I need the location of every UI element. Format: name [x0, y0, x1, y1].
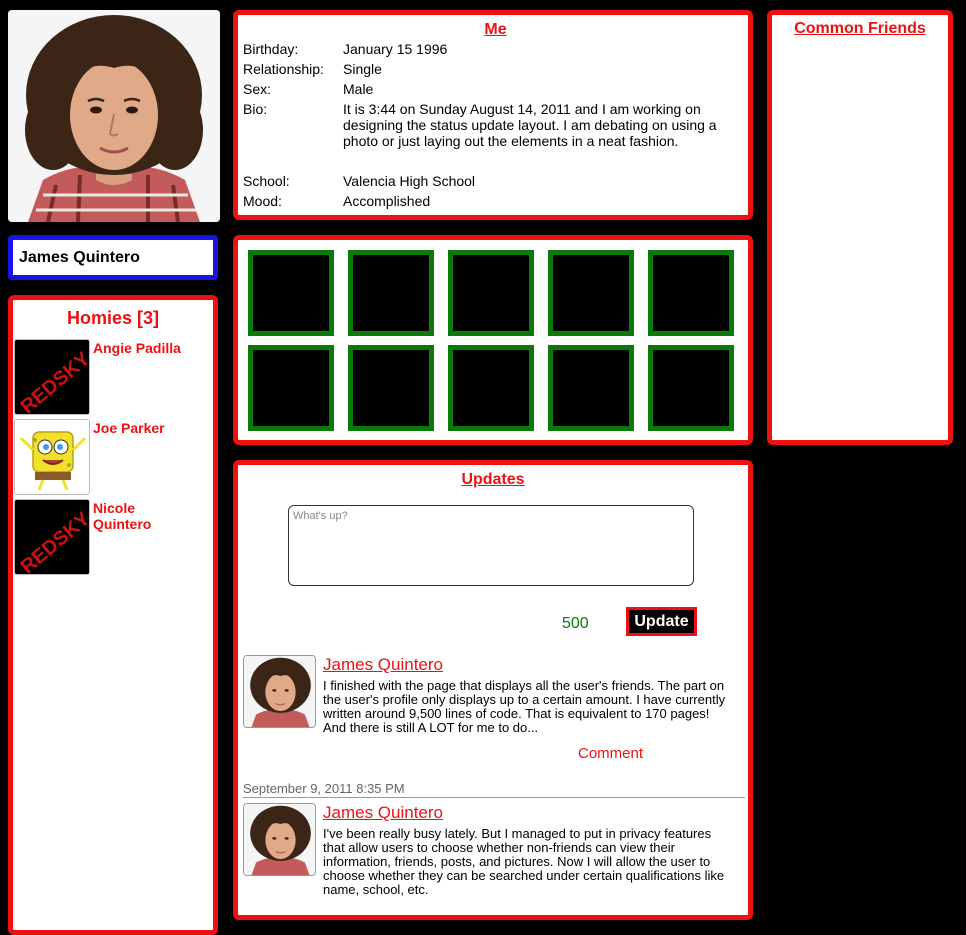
post-avatar[interactable] [243, 803, 316, 876]
info-label: Relationship: [243, 61, 324, 77]
photo-thumbnail[interactable] [348, 250, 434, 336]
homies-title[interactable]: Homies [3] [13, 308, 213, 329]
info-label: Mood: [243, 193, 282, 209]
updates-title[interactable]: Updates [238, 471, 748, 489]
common-friends-panel: Common Friends [767, 10, 953, 445]
post-avatar[interactable] [243, 655, 316, 728]
photo-thumbnail[interactable] [548, 345, 634, 431]
photo-thumbnail[interactable] [648, 250, 734, 336]
comment-link[interactable]: Comment [578, 745, 643, 762]
common-friends-title[interactable]: Common Friends [772, 20, 948, 38]
info-row-bio: Bio: It is 3:44 on Sunday August 14, 201… [243, 101, 748, 171]
photo-thumbnail[interactable] [248, 345, 334, 431]
photo-thumbnail[interactable] [448, 250, 534, 336]
homie-avatar[interactable]: REDSKY [14, 499, 90, 575]
homie-item[interactable]: REDSKY Nicole Quintero [13, 499, 213, 579]
status-post: James Quintero I've been really busy lat… [243, 803, 743, 913]
post-author-link[interactable]: James Quintero [323, 655, 443, 675]
photo-thumbnail[interactable] [448, 345, 534, 431]
homie-name[interactable]: Angie Padilla [93, 340, 193, 356]
updates-panel: Updates 500 Update James Quintero I fini… [233, 460, 753, 920]
photos-panel [233, 235, 753, 445]
info-row-school: School: Valencia High School [243, 171, 748, 191]
info-value: It is 3:44 on Sunday August 14, 2011 and… [343, 101, 717, 149]
info-label: Birthday: [243, 41, 299, 57]
redsky-logo: REDSKY [15, 340, 89, 414]
me-panel: Me Birthday: January 15 1996 Relationshi… [233, 10, 753, 220]
info-label: School: [243, 173, 290, 189]
photo-thumbnail[interactable] [648, 345, 734, 431]
homie-item[interactable]: REDSKY Angie Padilla [13, 339, 213, 419]
homie-name[interactable]: Nicole Quintero [93, 500, 193, 532]
profile-name-box: James Quintero [8, 235, 218, 280]
homie-avatar[interactable]: REDSKY [14, 339, 90, 415]
portrait-image [244, 804, 315, 875]
update-button[interactable]: Update [626, 607, 697, 636]
info-row-sex: Sex: Male [243, 79, 748, 99]
char-count: 500 [562, 615, 589, 632]
profile-photo[interactable] [8, 10, 220, 222]
profile-name: James Quintero [19, 249, 140, 266]
homie-item[interactable]: Joe Parker [13, 419, 213, 499]
homies-panel: Homies [3] REDSKY Angie Padilla Joe Park… [8, 295, 218, 935]
post-text: I've been really busy lately. But I mana… [323, 826, 725, 897]
photo-thumbnail[interactable] [548, 250, 634, 336]
info-row-mood: Mood: Accomplished [243, 191, 748, 211]
info-label: Bio: [243, 101, 268, 117]
photo-thumbnail[interactable] [348, 345, 434, 431]
info-value: Male [343, 81, 374, 97]
spongebob-icon [15, 420, 89, 494]
portrait-image [244, 656, 315, 727]
info-value: Accomplished [343, 193, 431, 209]
info-label: Sex: [243, 81, 272, 97]
post-text: I finished with the page that displays a… [323, 678, 726, 735]
post-author-link[interactable]: James Quintero [323, 803, 443, 823]
info-row-relationship: Relationship: Single [243, 59, 748, 79]
info-row-birthday: Birthday: January 15 1996 [243, 39, 748, 59]
status-post: James Quintero I finished with the page … [243, 655, 743, 765]
homie-avatar[interactable] [14, 419, 90, 495]
info-value: Valencia High School [343, 173, 476, 189]
redsky-logo: REDSKY [15, 500, 89, 574]
portrait-image [8, 10, 220, 222]
homie-name[interactable]: Joe Parker [93, 420, 193, 436]
status-input[interactable] [288, 505, 694, 586]
info-value: January 15 1996 [343, 41, 448, 57]
info-value: Single [343, 61, 382, 77]
photo-thumbnail[interactable] [248, 250, 334, 336]
me-title[interactable]: Me [243, 21, 748, 39]
post-date-separator: September 9, 2011 8:35 PM [243, 781, 745, 798]
